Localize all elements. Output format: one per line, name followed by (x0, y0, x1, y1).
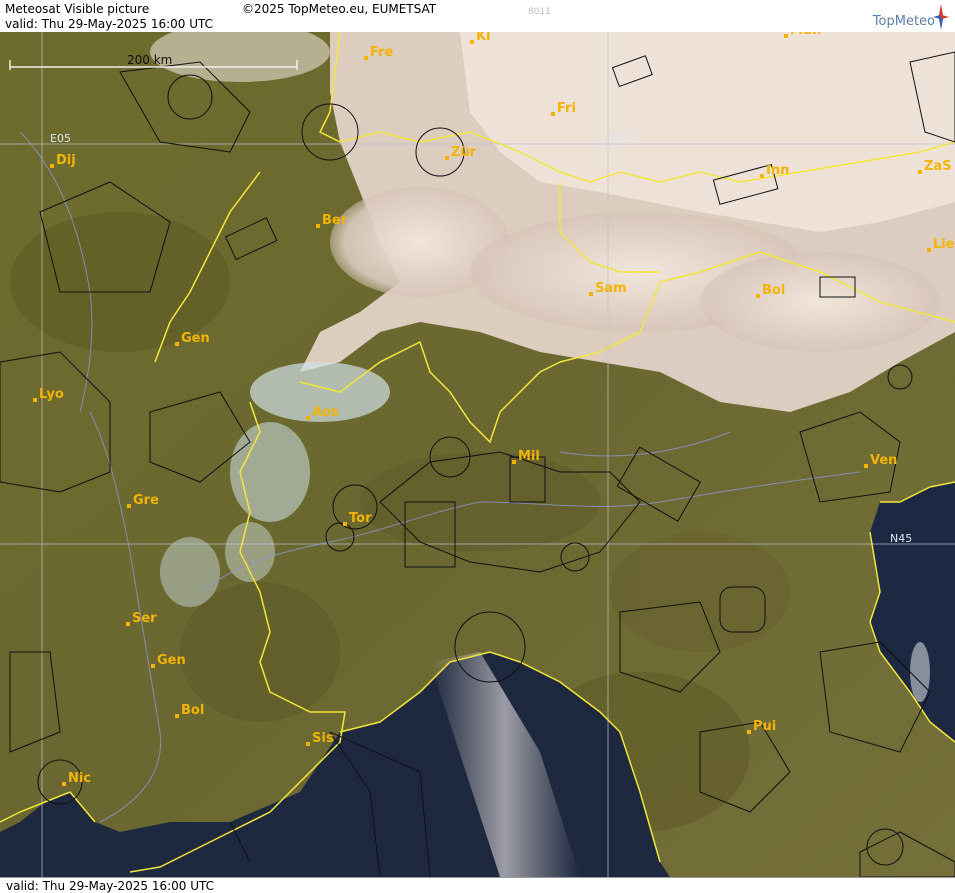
compass-star-icon (933, 4, 949, 30)
city-label: Gre (133, 493, 159, 508)
city-label: Gen (157, 653, 186, 668)
city-marker (33, 398, 37, 402)
city-marker (62, 782, 66, 786)
footer-bar: valid: Thu 29-May-2025 16:00 UTC (0, 877, 955, 893)
city-marker (126, 622, 130, 626)
city-marker (364, 56, 368, 60)
footer-valid-time: valid: Thu 29-May-2025 16:00 UTC (6, 879, 215, 893)
city-marker (343, 522, 347, 526)
city-marker (306, 742, 310, 746)
city-label: Inn (766, 163, 789, 178)
city-label: Sam (595, 281, 627, 296)
copyright-text: ©2025 TopMeteo.eu, EUMETSAT (242, 2, 437, 16)
city-marker (512, 460, 516, 464)
city-marker (50, 164, 54, 168)
city-marker (589, 292, 593, 296)
lon-label-e10: E10 (612, 132, 633, 145)
city-marker (864, 464, 868, 468)
city-label: Aos (312, 405, 339, 420)
city-marker (127, 504, 131, 508)
city-label: Mün (790, 32, 821, 38)
map-viewer: Meteosat Visible picture valid: Thu 29-M… (0, 0, 955, 893)
city-label: Gen (181, 331, 210, 346)
city-label: Ber (322, 213, 348, 228)
city-label: Bol (181, 703, 204, 718)
city-label: Dij (56, 153, 76, 168)
city-marker (306, 416, 310, 420)
city-marker (445, 156, 449, 160)
city-marker (151, 664, 155, 668)
city-marker (316, 224, 320, 228)
image-code: 8011 (528, 7, 551, 17)
city-label: Mil (518, 449, 540, 464)
city-marker (784, 34, 788, 38)
lat-label-n45: N45 (890, 532, 912, 545)
lon-label-e05: E05 (50, 132, 71, 145)
city-label: ZaS (924, 159, 952, 174)
city-label: Sis (312, 731, 334, 746)
city-marker (747, 730, 751, 734)
city-label: Fri (557, 101, 576, 116)
city-label: Tor (349, 511, 372, 526)
header-bar: Meteosat Visible picture valid: Thu 29-M… (0, 0, 955, 33)
city-marker (175, 342, 179, 346)
city-label: Kl (476, 32, 491, 44)
city-label: Ser (132, 611, 157, 626)
topmeteo-logo[interactable]: TopMeteo (873, 14, 935, 29)
city-marker (470, 40, 474, 44)
city-marker (760, 174, 764, 178)
scale-label: 200 km (127, 53, 172, 67)
city-label: Lie (933, 237, 955, 252)
city-label: Nic (68, 771, 91, 786)
city-label: Pui (753, 719, 776, 734)
satellite-map[interactable]: 200 km E05 E10 N45 Kl Mün Fre Fri Dij Zür Inn Z… (0, 32, 955, 877)
city-marker (927, 248, 931, 252)
city-label: Bol (762, 283, 785, 298)
city-marker (175, 714, 179, 718)
city-label: Ven (870, 453, 897, 468)
valid-time: valid: Thu 29-May-2025 16:00 UTC (5, 17, 214, 31)
city-marker (918, 170, 922, 174)
city-label: Fre (370, 45, 393, 60)
city-label: Lyo (39, 387, 64, 402)
product-title: Meteosat Visible picture (5, 2, 150, 16)
city-label: Zür (451, 145, 477, 160)
city-marker (551, 112, 555, 116)
city-marker (756, 294, 760, 298)
